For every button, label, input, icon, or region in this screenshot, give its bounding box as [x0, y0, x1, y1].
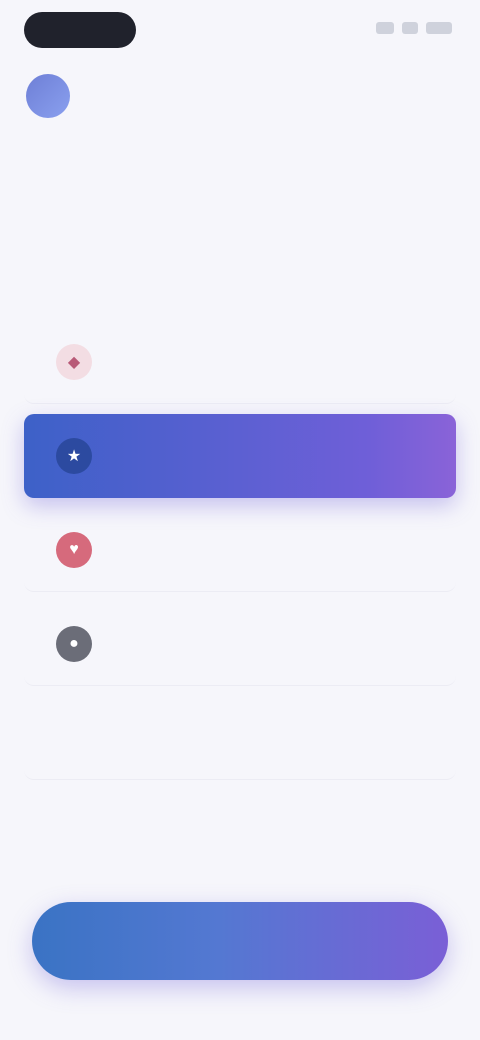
continue-button[interactable] [32, 902, 448, 980]
option-list: ◆ ★ ♥ ● [24, 320, 456, 790]
option-item-1[interactable]: ◆ [24, 320, 456, 404]
gift-icon: ◆ [56, 343, 92, 380]
wifi-icon [402, 22, 418, 34]
option-item-5[interactable] [24, 696, 456, 780]
option-item-3[interactable]: ♥ [24, 508, 456, 592]
heart-icon: ♥ [56, 531, 92, 568]
option-item-4[interactable]: ● [24, 602, 456, 686]
battery-icon [426, 22, 452, 34]
status-bar [0, 0, 480, 62]
star-icon: ★ [56, 438, 92, 474]
brand-logo-icon [26, 74, 70, 118]
signal-icon [376, 22, 394, 34]
brand [26, 74, 84, 118]
status-icons [376, 22, 452, 34]
other-icon [56, 720, 92, 756]
option-item-2[interactable]: ★ [24, 414, 456, 498]
dynamic-island [24, 12, 136, 48]
user-icon: ● [56, 625, 92, 662]
